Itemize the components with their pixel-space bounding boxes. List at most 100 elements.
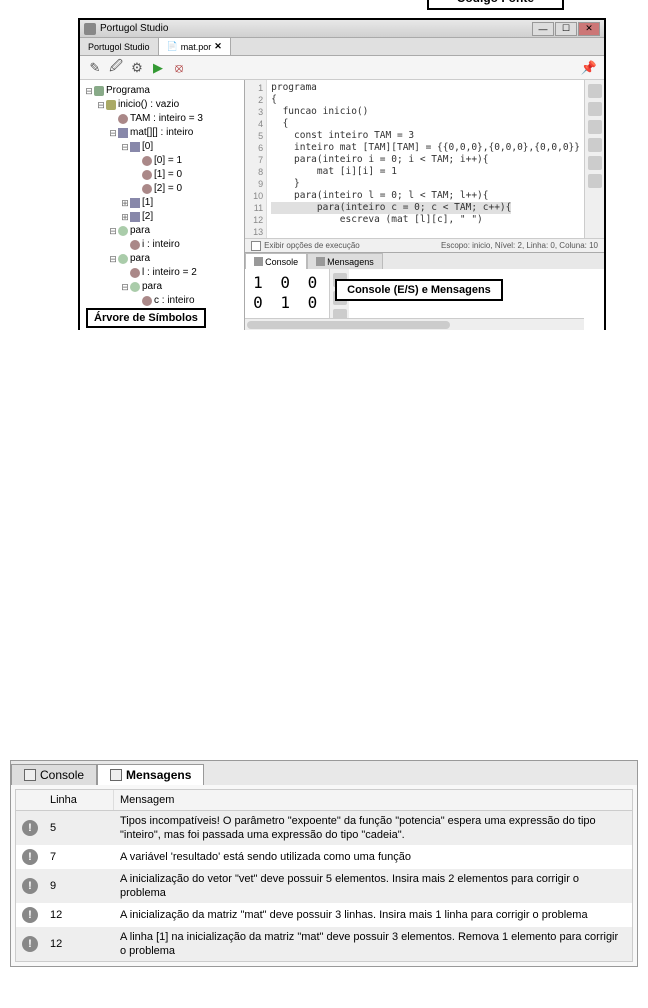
- code-line[interactable]: para(inteiro c = 0; c < TAM; c++){: [271, 202, 511, 214]
- line-number: 6: [245, 142, 263, 154]
- tree-node[interactable]: [2] = 0: [82, 182, 242, 196]
- run-icon[interactable]: ▶: [149, 59, 167, 77]
- tree-item-label: para: [130, 252, 150, 266]
- side-tool-icon[interactable]: [588, 102, 602, 116]
- code-line[interactable]: inteiro mat [TAM][TAM] = {{0,0,0},{0,0,0…: [271, 142, 580, 154]
- line-number: 3: [245, 106, 263, 118]
- tree-item-icon: [130, 240, 140, 250]
- tab-messages[interactable]: Mensagens: [97, 764, 204, 785]
- scrollbar-thumb[interactable]: [247, 321, 450, 329]
- code-area[interactable]: programa{ funcao inicio() { const inteir…: [267, 80, 584, 238]
- tree-node[interactable]: TAM : inteiro = 3: [82, 112, 242, 126]
- tree-node[interactable]: ⊟mat[][] : inteiro: [82, 126, 242, 140]
- window-titlebar[interactable]: Portugol Studio — ☐ ✕: [80, 20, 604, 38]
- line-number: 4: [245, 118, 263, 130]
- message-row[interactable]: !9A inicialização do vetor "vet" deve po…: [16, 869, 632, 903]
- message-row[interactable]: !7A variável 'resultado' está sendo util…: [16, 845, 632, 869]
- message-row[interactable]: !12A linha [1] na inicialização da matri…: [16, 927, 632, 961]
- code-line[interactable]: para(inteiro i = 0; i < TAM; i++){: [271, 154, 580, 166]
- tab-file[interactable]: 📄 mat.por ✕: [159, 38, 231, 55]
- error-icon: !: [22, 820, 38, 836]
- tree-item-label: c : inteiro: [154, 294, 195, 308]
- error-icon: !: [22, 936, 38, 952]
- tree-node[interactable]: ⊟ para: [82, 224, 242, 238]
- tree-item-icon: [142, 170, 152, 180]
- tree-node[interactable]: ⊞[2]: [82, 210, 242, 224]
- tree-node[interactable]: ⊟ para: [82, 252, 242, 266]
- tree-node[interactable]: ⊟[0]: [82, 140, 242, 154]
- code-line[interactable]: para(inteiro l = 0; l < TAM; l++){: [271, 190, 580, 202]
- messages-icon: [316, 257, 325, 266]
- tab-console[interactable]: Console: [11, 764, 97, 785]
- tree-toggle-icon[interactable]: ⊟: [120, 280, 130, 294]
- pin-icon[interactable]: 📌: [580, 59, 598, 77]
- tab-home[interactable]: Portugol Studio: [80, 38, 159, 55]
- side-tool-icon[interactable]: [588, 84, 602, 98]
- minimize-button[interactable]: —: [532, 22, 554, 36]
- code-line[interactable]: {: [271, 94, 580, 106]
- tree-item-label: Programa: [106, 84, 150, 98]
- side-tool-icon[interactable]: [588, 156, 602, 170]
- side-tool-icon[interactable]: [588, 120, 602, 134]
- tree-toggle-icon[interactable]: ⊟: [108, 126, 118, 140]
- maximize-button[interactable]: ☐: [555, 22, 577, 36]
- tree-node[interactable]: ⊟ Programa: [82, 84, 242, 98]
- tree-node[interactable]: l : inteiro = 2: [82, 266, 242, 280]
- code-line[interactable]: funcao inicio(): [271, 106, 580, 118]
- tree-node[interactable]: i : inteiro: [82, 238, 242, 252]
- tree-item-icon: [130, 212, 140, 222]
- tree-toggle-icon[interactable]: ⊟: [120, 140, 130, 154]
- code-editor[interactable]: 1234567891011121314 programa{ funcao ini…: [245, 80, 604, 238]
- code-line[interactable]: programa: [271, 82, 580, 94]
- tree-item-icon: [118, 226, 128, 236]
- gear-icon[interactable]: ⚙: [128, 59, 146, 77]
- close-button[interactable]: ✕: [578, 22, 600, 36]
- code-line[interactable]: {: [271, 118, 580, 130]
- horizontal-scrollbar[interactable]: [245, 318, 584, 330]
- tree-node[interactable]: [0] = 1: [82, 154, 242, 168]
- tree-item-icon: [130, 142, 140, 152]
- messages-tabbar: Console Mensagens: [11, 761, 637, 785]
- tree-item-label: para: [130, 224, 150, 238]
- tree-toggle-icon[interactable]: ⊟: [108, 252, 118, 266]
- symbol-tree[interactable]: ⊟Programa⊟inicio() : vazioTAM : inteiro …: [80, 80, 244, 312]
- message-text: A variável 'resultado' está sendo utiliz…: [114, 847, 632, 867]
- tab-close-icon[interactable]: ✕: [214, 41, 222, 52]
- messages-panel: Console Mensagens Linha Mensagem !5Tipos…: [10, 760, 638, 967]
- message-text: Tipos incompatíveis! O parâmetro "expoen…: [114, 811, 632, 845]
- tree-item-label: [0] = 1: [154, 154, 182, 168]
- symbol-tree-label: Árvore de Símbolos: [86, 308, 206, 328]
- side-tool-icon[interactable]: [588, 138, 602, 152]
- tree-toggle-icon[interactable]: ⊞: [120, 196, 130, 210]
- pencil-icon[interactable]: ✎: [86, 59, 104, 77]
- tab-messages[interactable]: Mensagens: [307, 253, 383, 269]
- stop-icon[interactable]: ⦻: [170, 59, 188, 77]
- tree-node[interactable]: [1] = 0: [82, 168, 242, 182]
- message-row[interactable]: !12A inicialização da matriz "mat" deve …: [16, 903, 632, 927]
- code-line[interactable]: }: [271, 178, 580, 190]
- tree-toggle-icon[interactable]: ⊞: [120, 210, 130, 224]
- message-row[interactable]: !5Tipos incompatíveis! O parâmetro "expo…: [16, 811, 632, 845]
- tree-toggle-icon[interactable]: ⊟: [96, 98, 106, 112]
- code-line[interactable]: mat [i][i] = 1: [271, 166, 580, 178]
- tree-item-label: [2] = 0: [154, 182, 182, 196]
- app-icon: [84, 23, 96, 35]
- message-text: A inicialização do vetor "vet" deve poss…: [114, 869, 632, 903]
- code-line[interactable]: const inteiro TAM = 3: [271, 130, 580, 142]
- code-line[interactable]: escreva (mat [l][c], " "): [271, 214, 580, 226]
- tree-toggle-icon[interactable]: ⊟: [108, 224, 118, 238]
- tree-toggle-icon[interactable]: ⊟: [84, 84, 94, 98]
- tree-node[interactable]: ⊟inicio() : vazio: [82, 98, 242, 112]
- console-icon: [254, 257, 263, 266]
- side-tool-icon[interactable]: [588, 174, 602, 188]
- tree-node[interactable]: ⊟para: [82, 280, 242, 294]
- window-controls: — ☐ ✕: [532, 22, 600, 36]
- tree-node[interactable]: c : inteiro: [82, 294, 242, 308]
- tree-item-icon: [142, 296, 152, 306]
- tree-node[interactable]: ⊞[1]: [82, 196, 242, 210]
- tree-item-label: [1] = 0: [154, 168, 182, 182]
- editor-side-toolbar: [584, 80, 604, 238]
- exec-options-checkbox[interactable]: [251, 241, 261, 251]
- tab-console[interactable]: Console: [245, 253, 307, 269]
- save-icon[interactable]: 🖉: [107, 59, 125, 77]
